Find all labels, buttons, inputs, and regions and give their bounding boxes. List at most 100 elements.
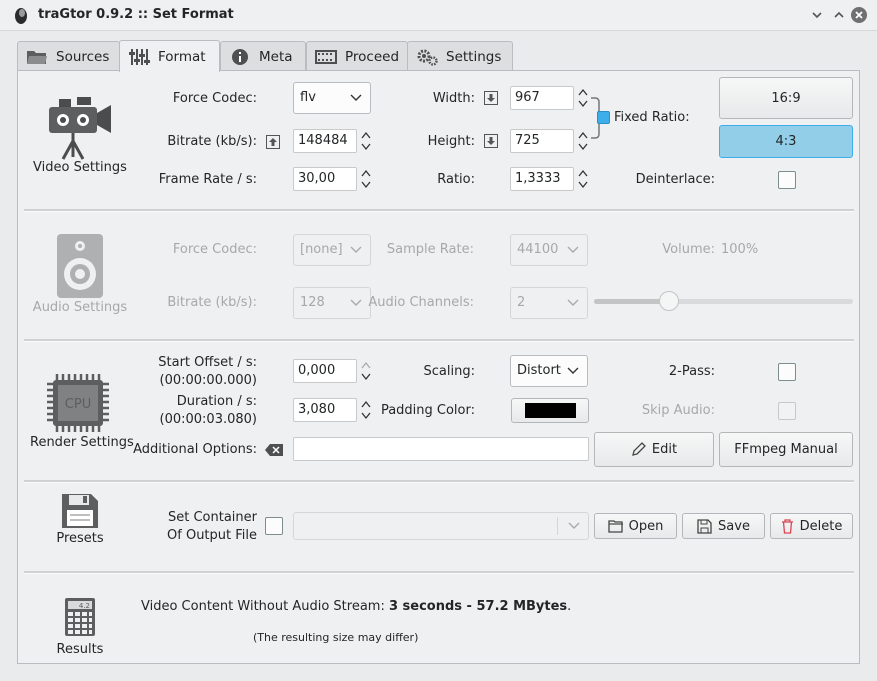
video-bitrate-label: Bitrate (kb/s): bbox=[167, 134, 257, 149]
container-label-line1: Set Container bbox=[167, 510, 257, 525]
video-framerate-field[interactable]: 30,00 bbox=[293, 167, 357, 191]
container-select[interactable] bbox=[293, 512, 589, 540]
svg-text:4.2: 4.2 bbox=[79, 602, 90, 610]
fixed-ratio-label: Fixed Ratio: bbox=[614, 110, 690, 125]
tab-label: Proceed bbox=[345, 48, 400, 65]
button-label: 16:9 bbox=[771, 90, 801, 106]
save-preset-button[interactable]: Save bbox=[682, 513, 765, 539]
floppy-disk-icon bbox=[62, 494, 98, 528]
video-settings-label: Video Settings bbox=[33, 160, 127, 175]
tab-label: Format bbox=[158, 48, 206, 65]
deinterlace-checkbox[interactable] bbox=[778, 171, 796, 189]
speaker-icon bbox=[57, 234, 103, 298]
audio-channels-select[interactable]: 2 bbox=[510, 287, 588, 319]
skip-audio-checkbox[interactable] bbox=[778, 402, 796, 420]
chevron-down-icon[interactable] bbox=[808, 6, 826, 24]
separator bbox=[24, 571, 854, 574]
fixed-ratio-checkbox[interactable] bbox=[597, 111, 610, 124]
tab-settings[interactable]: Settings bbox=[407, 41, 513, 71]
results-note: (The resulting size may differ) bbox=[253, 631, 419, 644]
render-settings-label: Render Settings bbox=[30, 435, 134, 450]
ffmpeg-manual-button[interactable]: FFmpeg Manual bbox=[719, 432, 853, 467]
title-bar[interactable]: traGtor 0.9.2 :: Set Format bbox=[0, 0, 877, 31]
volume-slider[interactable] bbox=[594, 291, 853, 311]
scaling-select[interactable]: Distort bbox=[510, 355, 588, 387]
padding-color-label: Padding Color: bbox=[380, 403, 475, 418]
edit-button[interactable]: Edit bbox=[594, 432, 714, 467]
tab-format[interactable]: Format bbox=[119, 40, 220, 72]
spinbox-arrows-icon[interactable] bbox=[360, 168, 372, 190]
spinbox-arrows-icon[interactable] bbox=[360, 130, 372, 152]
tab-meta[interactable]: Meta bbox=[220, 41, 306, 71]
results-summary-prefix: Video Content Without Audio Stream: bbox=[141, 599, 389, 614]
height-label: Height: bbox=[427, 134, 475, 149]
start-offset-time: (00:00:00.000) bbox=[159, 373, 257, 388]
spinbox-arrows-icon[interactable] bbox=[577, 130, 589, 152]
spinbox-arrows-icon[interactable] bbox=[577, 168, 589, 190]
video-framerate-label: Frame Rate / s: bbox=[158, 172, 257, 187]
spinbox-arrows-icon[interactable] bbox=[577, 87, 589, 109]
chevron-up-icon[interactable] bbox=[830, 6, 848, 24]
samplerate-select[interactable]: 44100 bbox=[510, 234, 588, 266]
results-label: Results bbox=[56, 642, 104, 657]
volume-slider-handle[interactable] bbox=[659, 291, 679, 311]
gears-icon bbox=[417, 49, 438, 66]
clear-text-icon[interactable] bbox=[264, 443, 284, 457]
padding-color-button[interactable] bbox=[511, 398, 589, 423]
presets-label: Presets bbox=[56, 531, 104, 546]
chevron-down-icon bbox=[568, 522, 580, 529]
two-pass-checkbox[interactable] bbox=[778, 363, 796, 381]
chevron-down-icon bbox=[567, 299, 579, 306]
button-label: Delete bbox=[799, 518, 843, 534]
combo-divider bbox=[557, 517, 558, 535]
video-bitrate-field[interactable]: 148484 bbox=[293, 129, 357, 153]
button-label: 4:3 bbox=[775, 134, 797, 149]
window-title: traGtor 0.9.2 :: Set Format bbox=[38, 7, 234, 22]
tab-label: Settings bbox=[446, 48, 502, 65]
trash-icon bbox=[781, 518, 793, 534]
folder-icon bbox=[27, 50, 47, 64]
audio-channels-value: 2 bbox=[517, 295, 526, 310]
set-container-checkbox[interactable] bbox=[265, 517, 283, 535]
calculator-icon: 4.2 bbox=[65, 598, 95, 636]
ratio-field[interactable]: 1,3333 bbox=[510, 167, 574, 191]
volume-label: Volume: bbox=[662, 242, 715, 257]
separator bbox=[24, 209, 854, 212]
ratio-label: Ratio: bbox=[437, 172, 475, 187]
tab-proceed[interactable]: Proceed bbox=[306, 41, 408, 71]
volume-slider-fill bbox=[594, 299, 669, 304]
two-pass-label: 2-Pass: bbox=[668, 364, 715, 379]
additional-options-field[interactable] bbox=[293, 437, 589, 461]
tab-label: Meta bbox=[259, 48, 293, 65]
video-codec-select[interactable]: flv bbox=[293, 82, 371, 114]
ratio-4-3-button[interactable]: 4:3 bbox=[719, 125, 853, 158]
upload-icon[interactable] bbox=[266, 135, 280, 149]
open-preset-button[interactable]: Open bbox=[594, 513, 677, 539]
duration-field[interactable]: 3,080 bbox=[293, 398, 357, 422]
separator bbox=[24, 339, 854, 342]
chevron-down-icon bbox=[350, 94, 362, 101]
separator bbox=[24, 480, 854, 483]
button-label: Edit bbox=[651, 442, 678, 457]
ratio-16-9-button[interactable]: 16:9 bbox=[719, 77, 853, 119]
tab-sources[interactable]: Sources bbox=[17, 41, 120, 71]
close-icon[interactable] bbox=[850, 6, 868, 24]
svg-text:CPU: CPU bbox=[65, 397, 91, 412]
delete-preset-button[interactable]: Delete bbox=[770, 513, 853, 539]
start-offset-field[interactable]: 0,000 bbox=[293, 359, 357, 383]
height-field[interactable]: 725 bbox=[510, 129, 574, 153]
width-label: Width: bbox=[432, 91, 475, 106]
app-icon bbox=[15, 8, 27, 24]
download-icon[interactable] bbox=[484, 134, 498, 148]
duration-time: (00:00:03.080) bbox=[159, 412, 257, 427]
download-icon[interactable] bbox=[484, 91, 498, 105]
audio-bitrate-label: Bitrate (kb/s): bbox=[167, 295, 257, 310]
width-field[interactable]: 967 bbox=[510, 86, 574, 110]
duration-label: Duration / s: bbox=[176, 394, 257, 409]
tab-label: Sources bbox=[56, 48, 110, 65]
button-label: Save bbox=[718, 518, 750, 534]
results-summary: Video Content Without Audio Stream: 3 se… bbox=[141, 599, 571, 614]
spinbox-arrows-icon[interactable] bbox=[360, 360, 372, 382]
button-label: Open bbox=[628, 518, 664, 534]
video-force-codec-label: Force Codec: bbox=[172, 91, 257, 106]
